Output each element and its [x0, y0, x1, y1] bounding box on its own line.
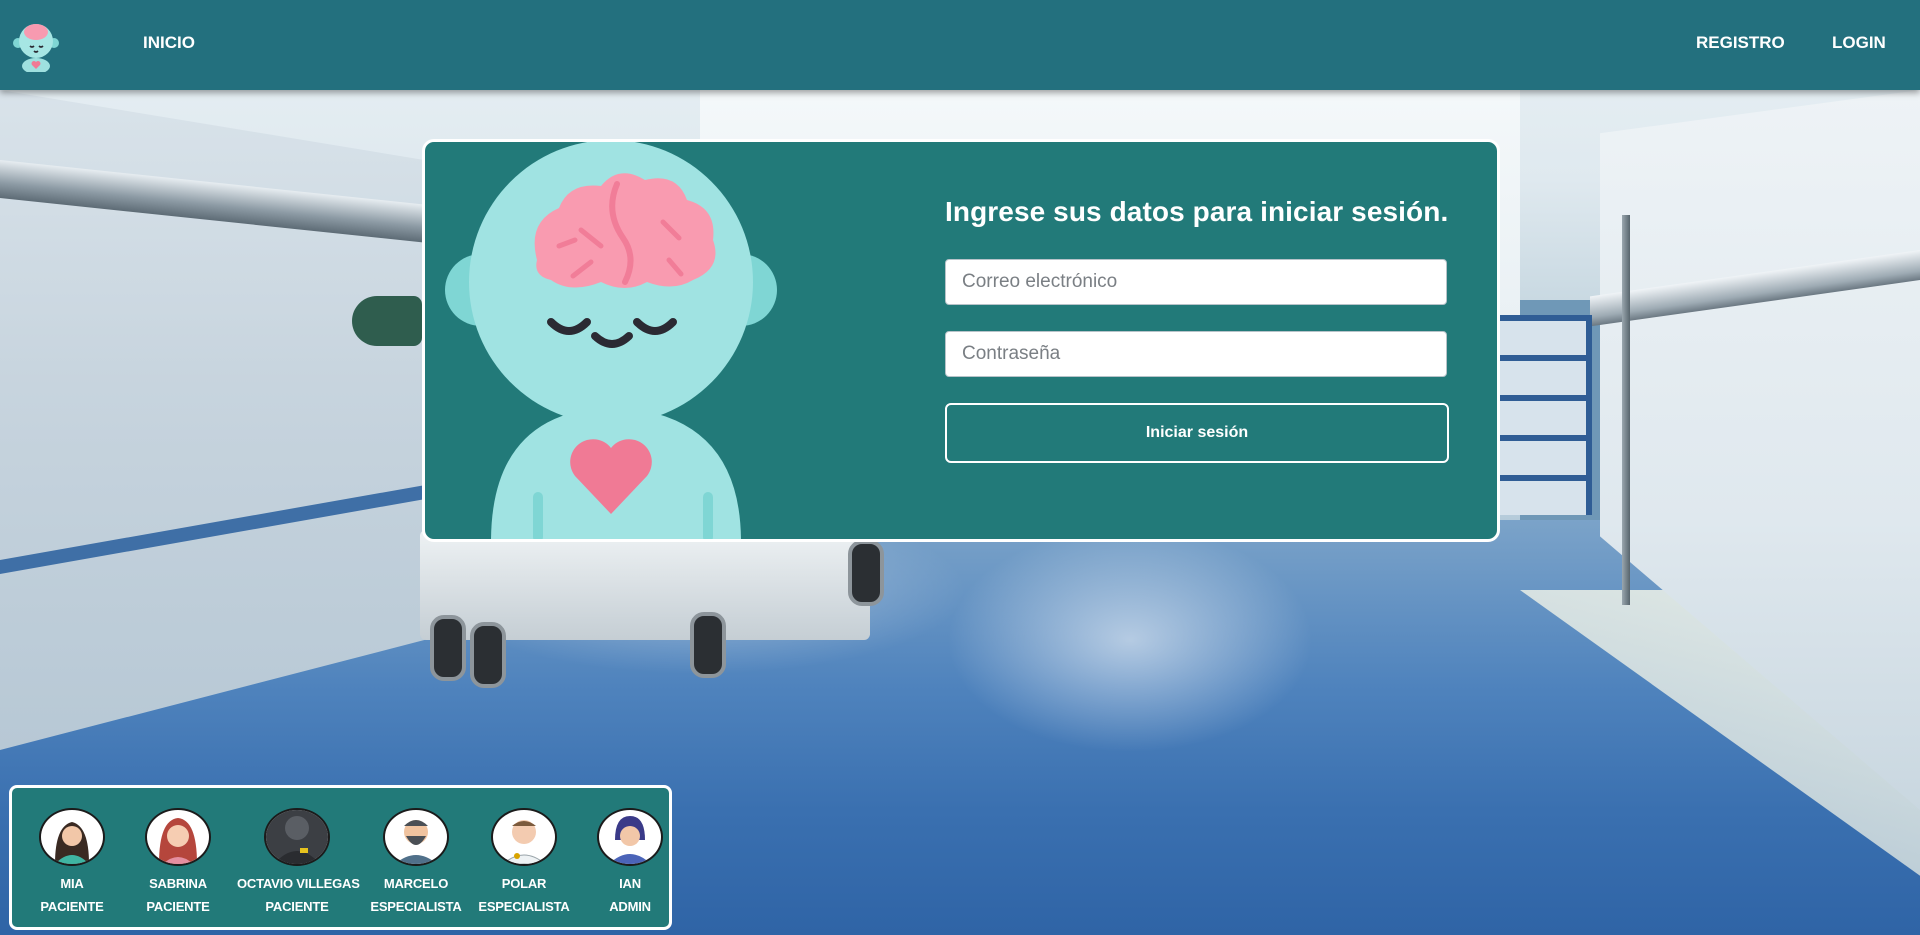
user-role: ADMIN: [609, 899, 651, 914]
nav-login-link[interactable]: LOGIN: [1832, 0, 1886, 86]
login-card: Ingrese sus datos para iniciar sesión. I…: [422, 139, 1500, 542]
user-role: PACIENTE: [40, 899, 104, 914]
quick-user-polar[interactable]: POLAR ESPECIALISTA: [464, 808, 584, 918]
avatar: [597, 808, 663, 866]
top-navbar: INICIO REGISTRO LOGIN: [0, 0, 1920, 90]
login-submit-button[interactable]: Iniciar sesión: [945, 403, 1449, 463]
user-role: ESPECIALISTA: [370, 899, 462, 914]
quick-user-mia[interactable]: MIA PACIENTE: [12, 808, 132, 918]
avatar: [39, 808, 105, 866]
user-role: PACIENTE: [146, 899, 210, 914]
avatar: [264, 808, 330, 866]
quick-user-sabrina[interactable]: SABRINA PACIENTE: [118, 808, 238, 918]
quick-user-marcelo[interactable]: MARCELO ESPECIALISTA: [356, 808, 476, 918]
user-name: MARCELO: [383, 876, 449, 891]
user-name: IAN: [619, 876, 641, 891]
brain-mascot-illustration: [445, 142, 777, 539]
quick-user-octavio-villegas[interactable]: OCTAVIO VILLEGAS PACIENTE: [237, 808, 360, 918]
brain-mascot-logo-icon[interactable]: [10, 18, 62, 74]
quick-user-ian[interactable]: IAN ADMIN: [570, 808, 690, 918]
user-name: OCTAVIO VILLEGAS: [237, 876, 360, 891]
nav-registro-link[interactable]: REGISTRO: [1696, 0, 1785, 86]
quick-login-users-panel: MIA PACIENTE SABRINA PACIENTE OCTAVIO VI…: [9, 785, 672, 930]
email-input[interactable]: [945, 259, 1447, 305]
user-name: SABRINA: [149, 876, 207, 891]
avatar: [383, 808, 449, 866]
avatar: [491, 808, 557, 866]
user-role: PACIENTE: [265, 899, 329, 914]
password-input[interactable]: [945, 331, 1447, 377]
avatar: [145, 808, 211, 866]
user-name: MIA: [60, 876, 84, 891]
nav-inicio-link[interactable]: INICIO: [143, 0, 195, 86]
login-title: Ingrese sus datos para iniciar sesión.: [945, 196, 1449, 227]
user-name: POLAR: [501, 876, 547, 891]
user-role: ESPECIALISTA: [478, 899, 570, 914]
